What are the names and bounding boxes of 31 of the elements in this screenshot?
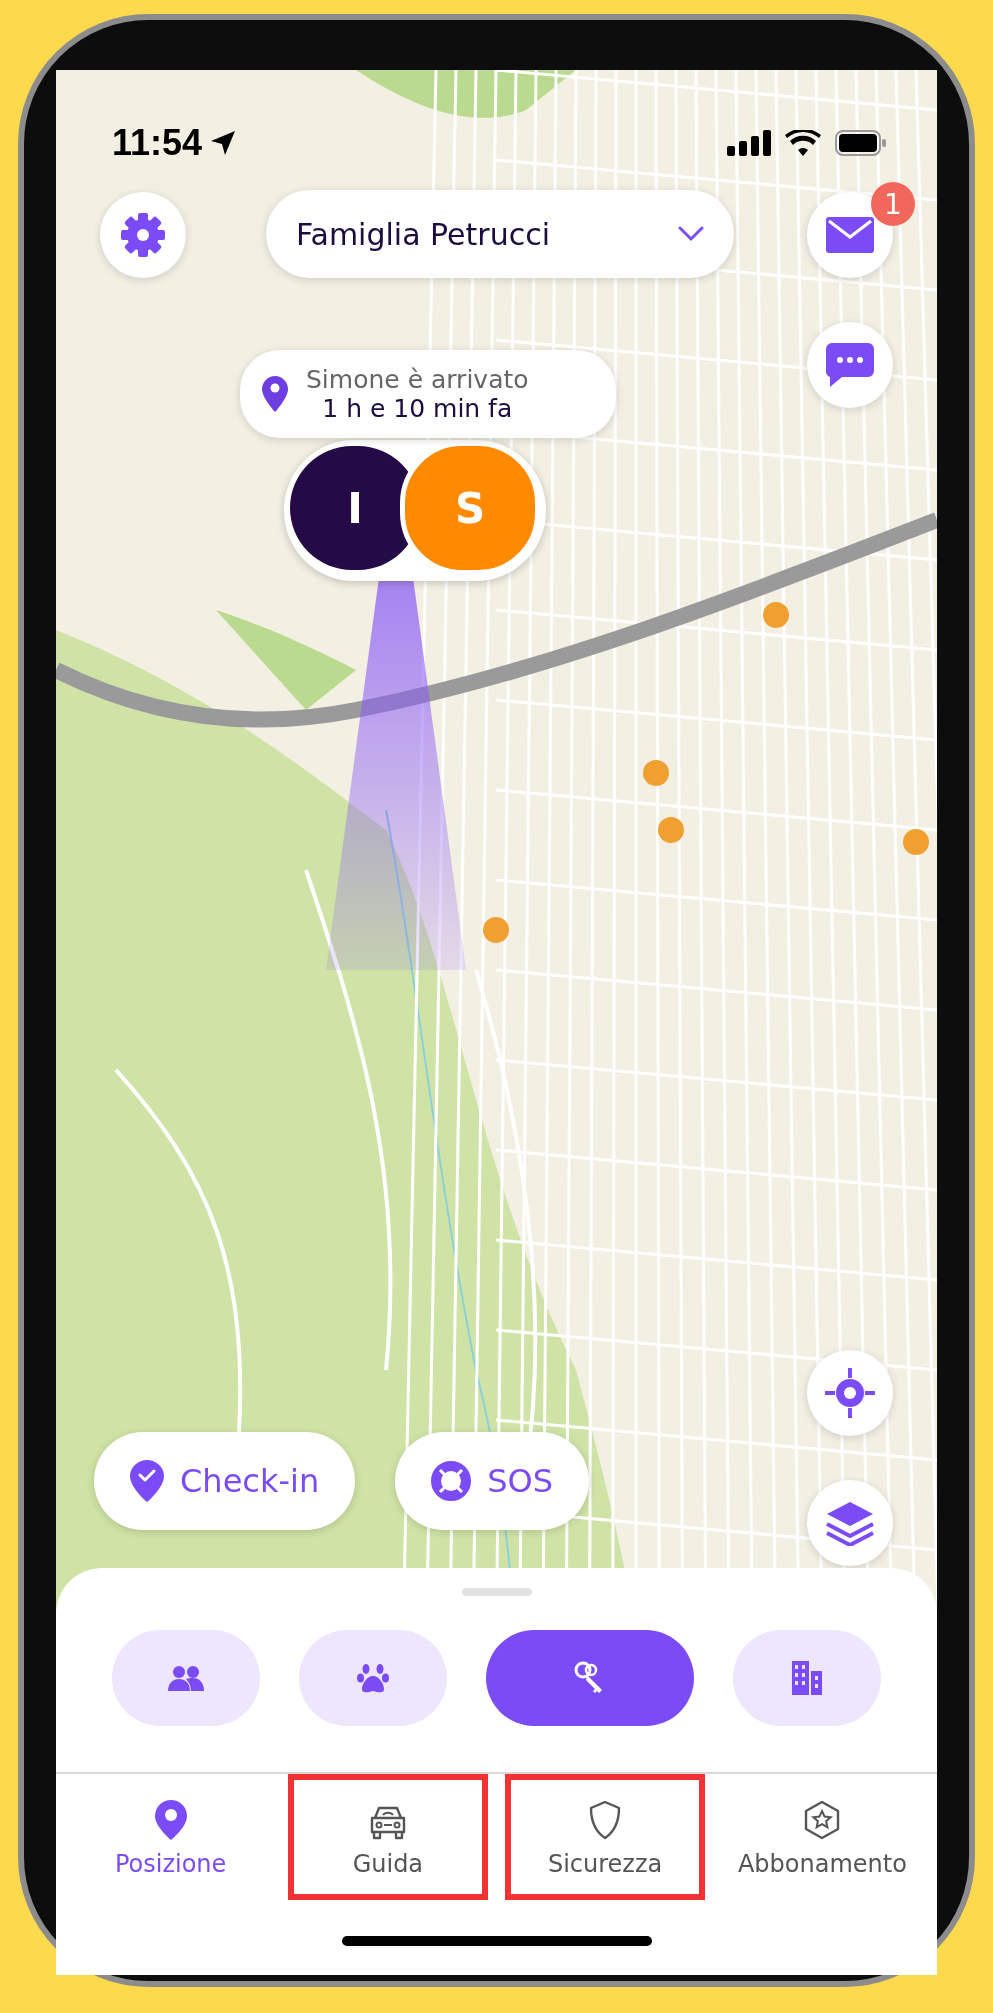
sheet-handle[interactable] bbox=[461, 1588, 532, 1596]
signal-icon bbox=[727, 130, 771, 156]
shield-icon bbox=[588, 1800, 623, 1840]
envelope-icon bbox=[826, 217, 874, 253]
sos-button[interactable]: SOS bbox=[395, 1432, 589, 1530]
wifi-icon bbox=[785, 130, 821, 156]
settings-icon bbox=[119, 211, 167, 259]
crosshair-icon bbox=[825, 1368, 875, 1418]
paw-icon bbox=[356, 1663, 389, 1693]
buildings-icon bbox=[792, 1661, 823, 1695]
group-selector[interactable]: Famiglia Petrucci bbox=[266, 190, 734, 278]
check-in-button[interactable]: Check-in bbox=[94, 1432, 356, 1530]
nav-tab[interactable]: Sicurezza bbox=[505, 1774, 706, 1900]
layers-icon bbox=[825, 1500, 875, 1546]
status-time: 11:54 bbox=[112, 122, 237, 164]
arrival-title: Simone è arrivato bbox=[306, 365, 529, 394]
car-icon bbox=[368, 1804, 407, 1840]
star-hexagon-icon bbox=[803, 1800, 842, 1840]
chat-bubble-icon bbox=[826, 343, 874, 387]
nav-tab[interactable]: Posizione bbox=[70, 1774, 271, 1900]
location-arrow-icon bbox=[210, 130, 237, 156]
arrival-time: 1 h e 10 min fa bbox=[322, 394, 513, 423]
chevron-down-icon bbox=[678, 226, 704, 242]
lifebuoy-icon bbox=[431, 1461, 472, 1501]
location-pin-icon bbox=[262, 376, 288, 412]
nav-tab[interactable]: Guida bbox=[287, 1774, 488, 1900]
people-icon bbox=[167, 1665, 204, 1691]
nav-tab[interactable]: Abbonamento bbox=[722, 1774, 923, 1900]
battery-icon bbox=[835, 130, 887, 156]
location-pin-icon bbox=[154, 1800, 187, 1840]
check-pin-icon bbox=[130, 1460, 164, 1502]
